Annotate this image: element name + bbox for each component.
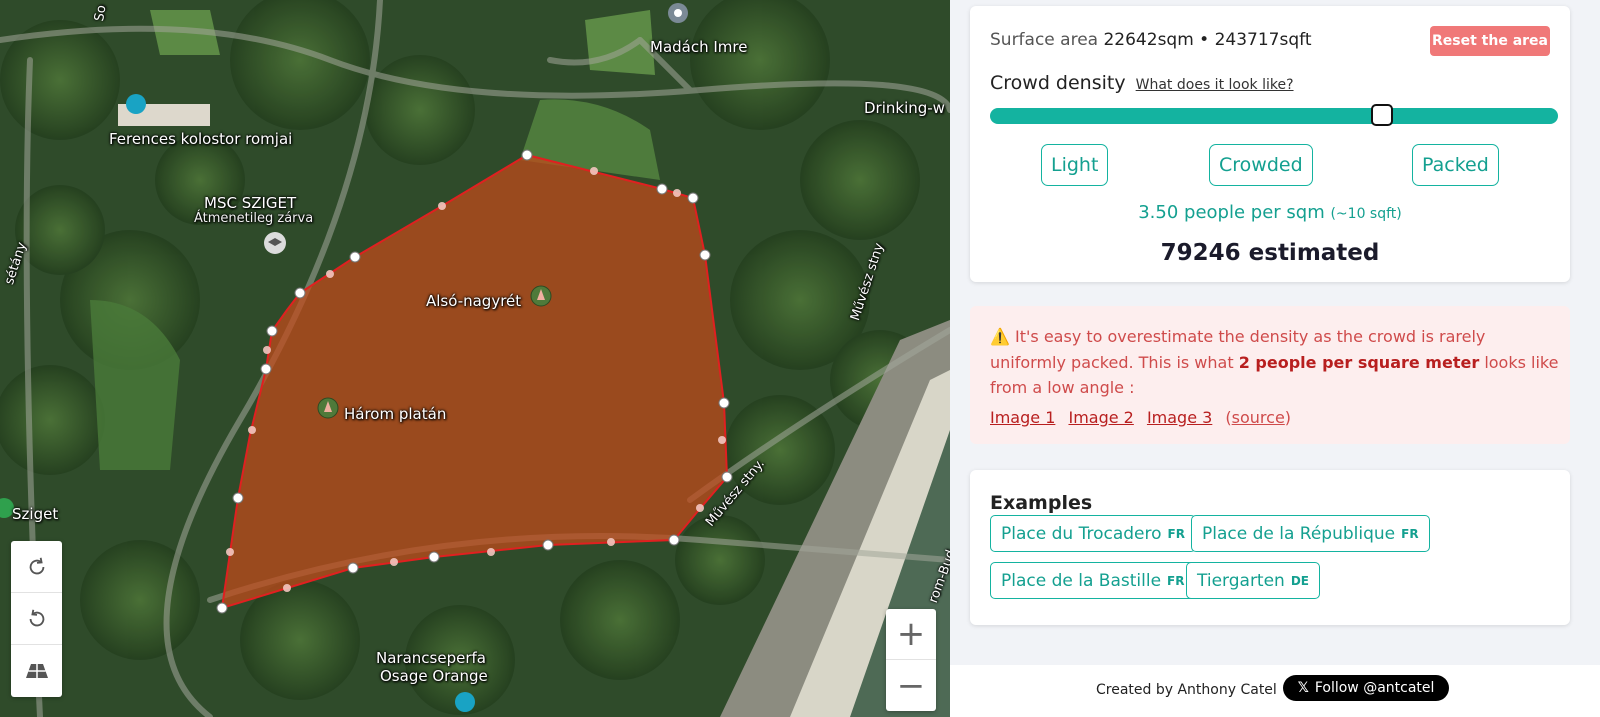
map-label-msc-sziget: MSC SZIGET [204, 194, 297, 212]
rotate-clockwise-button[interactable] [11, 541, 62, 593]
sqft-hint: (~10 sqft) [1330, 206, 1402, 222]
example-tiergarten-button[interactable]: Tiergarten DE [1186, 562, 1321, 599]
image-1-link[interactable]: Image 1 [990, 408, 1055, 427]
density-slider-track[interactable] [990, 108, 1558, 124]
map-label-drinking-water: Drinking-w [864, 99, 945, 117]
zoom-controls: + − [886, 609, 936, 711]
rotate-counterclockwise-button[interactable] [11, 593, 62, 645]
density-help-link[interactable]: What does it look like? [1136, 77, 1294, 93]
preset-crowded-button[interactable]: Crowded [1209, 144, 1313, 186]
zoom-out-button[interactable]: − [886, 660, 936, 711]
example-name: Tiergarten [1197, 570, 1285, 591]
warning-text-bold: 2 people per square meter [1238, 352, 1480, 372]
country-code: FR [1167, 573, 1185, 588]
warning-text: ⚠️ It's easy to overestimate the density… [990, 324, 1560, 401]
source-link[interactable]: source [1232, 408, 1285, 427]
example-republique-button[interactable]: Place de la République FR [1191, 515, 1430, 552]
follow-on-x-button[interactable]: 𝕏 Follow @antcatel [1283, 675, 1449, 701]
map-label-msc-status: Átmenetileg zárva [194, 211, 314, 226]
estimated-count: 79246 estimated [1160, 240, 1380, 266]
map-label-also-nagyret: Alsó-nagyrét [426, 292, 522, 310]
control-panel: Surface area 22642sqm • 243717sqft Reset… [950, 0, 1600, 717]
follow-label: Follow @antcatel [1314, 680, 1435, 696]
example-name: Place du Trocadero [1001, 523, 1162, 544]
warning-links: Image 1 Image 2 Image 3 (source) [990, 408, 1291, 427]
tilt-3d-icon [25, 664, 48, 678]
example-name: Place de la Bastille [1001, 570, 1162, 591]
surface-area-value: 22642sqm • 243717sqft [1103, 30, 1312, 50]
source-link-wrapper: (source) [1225, 408, 1292, 427]
map-label-harom-platan: Három platán [344, 405, 447, 423]
country-code: FR [1167, 526, 1185, 541]
warning-icon: ⚠️ [990, 327, 1010, 346]
preset-light-button[interactable]: Light [1041, 144, 1109, 186]
map-label-ferences: Ferences kolostor romjai [109, 130, 293, 148]
country-code: FR [1401, 526, 1419, 541]
surface-area: Surface area 22642sqm • 243717sqft [990, 30, 1312, 50]
image-3-link[interactable]: Image 3 [1147, 408, 1212, 427]
density-warning: ⚠️ It's easy to overestimate the density… [970, 306, 1570, 444]
map-label-osage-orange: Osage Orange [380, 667, 488, 685]
examples-card: Examples Place du Trocadero FR Place de l… [970, 470, 1570, 625]
credit-text: Created by Anthony Catel [1096, 682, 1277, 698]
map-label-narancseperfa: Narancseperfa [376, 649, 486, 667]
preset-packed-button[interactable]: Packed [1412, 144, 1499, 186]
map-label-madach: Madách Imre [650, 38, 748, 56]
zoom-in-button[interactable]: + [886, 609, 936, 660]
surface-area-label: Surface area [990, 30, 1099, 50]
people-per-sqm: 3.50 people per sqm (~10 sqft) [970, 202, 1570, 223]
map-label-sziget: Sziget [12, 505, 59, 523]
people-per-sqm-value: 3.50 people per sqm [1138, 202, 1325, 223]
map-imagery [0, 0, 950, 717]
image-2-link[interactable]: Image 2 [1068, 408, 1133, 427]
tilt-3d-button[interactable] [11, 645, 62, 697]
crowd-density-label: Crowd density [990, 72, 1126, 94]
country-code: DE [1290, 573, 1310, 588]
satellite-map[interactable]: Madách Imre Drinking-w Ferences kolostor… [0, 0, 950, 717]
crowd-density-heading: Crowd density What does it look like? [990, 72, 1294, 94]
map-rotation-controls [11, 541, 62, 697]
footer: Created by Anthony Catel 𝕏 Follow @antca… [950, 665, 1600, 717]
density-slider-thumb[interactable] [1370, 104, 1393, 126]
estimate-card: Surface area 22642sqm • 243717sqft Reset… [970, 6, 1570, 282]
rotate-counterclockwise-icon [29, 609, 44, 626]
reset-area-button[interactable]: Reset the area [1430, 26, 1550, 56]
map-label-so: So [92, 4, 110, 23]
examples-title: Examples [990, 492, 1093, 514]
rotate-clockwise-icon [29, 557, 44, 574]
example-trocadero-button[interactable]: Place du Trocadero FR [990, 515, 1196, 552]
example-bastille-button[interactable]: Place de la Bastille FR [990, 562, 1196, 599]
x-logo-icon: 𝕏 [1297, 680, 1309, 696]
example-name: Place de la République [1202, 523, 1396, 544]
